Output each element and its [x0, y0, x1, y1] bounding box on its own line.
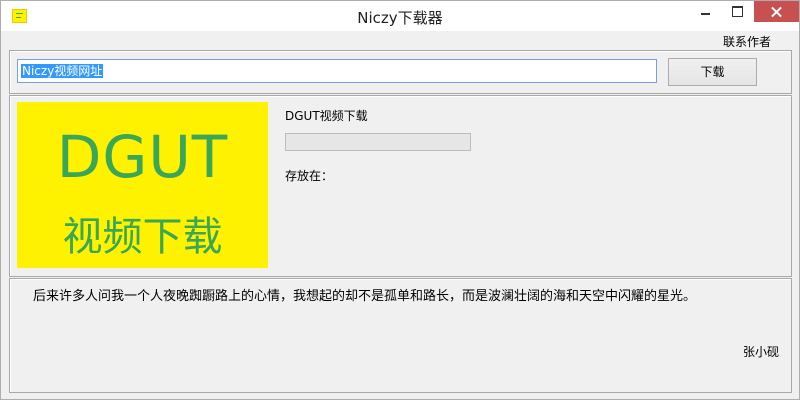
url-input[interactable]: Niczy视频网址: [17, 59, 657, 83]
maximize-icon[interactable]: [723, 1, 751, 22]
quote-author: 张小砚: [742, 345, 779, 359]
dgut-banner-image: DGUT 视频下载: [17, 102, 268, 268]
quote-text: 后来许多人问我一个人夜晚踟蹰路上的心情，我想起的却不是孤单和路长，而是波澜壮阔的…: [33, 289, 697, 304]
close-icon[interactable]: [754, 1, 799, 22]
download-progress-bar: [285, 133, 471, 151]
download-button[interactable]: 下载: [668, 58, 757, 86]
title-bar[interactable]: Niczy下载器: [1, 1, 799, 31]
menu-contact-author[interactable]: 联系作者: [723, 33, 771, 50]
quote-panel: 后来许多人问我一个人夜晚踟蹰路上的心情，我想起的却不是孤单和路长，而是波澜壮阔的…: [9, 278, 792, 393]
banner-title: DGUT: [56, 123, 229, 191]
menu-bar: 联系作者: [9, 31, 791, 49]
url-input-selected-text: Niczy视频网址: [21, 64, 104, 78]
app-window: Niczy下载器 联系作者 Niczy视频网址 下载 DGUT 视频下载 DGU…: [0, 0, 800, 400]
save-location-label: 存放在：: [285, 169, 334, 183]
minimize-icon[interactable]: [691, 1, 719, 22]
banner-subtitle: 视频下载: [62, 214, 223, 260]
info-panel: DGUT 视频下载 DGUT视频下载 存放在：: [9, 95, 792, 277]
url-panel: Niczy视频网址 下载: [9, 50, 792, 94]
window-title: Niczy下载器: [357, 9, 443, 27]
file-name-label: DGUT视频下载: [285, 109, 368, 123]
